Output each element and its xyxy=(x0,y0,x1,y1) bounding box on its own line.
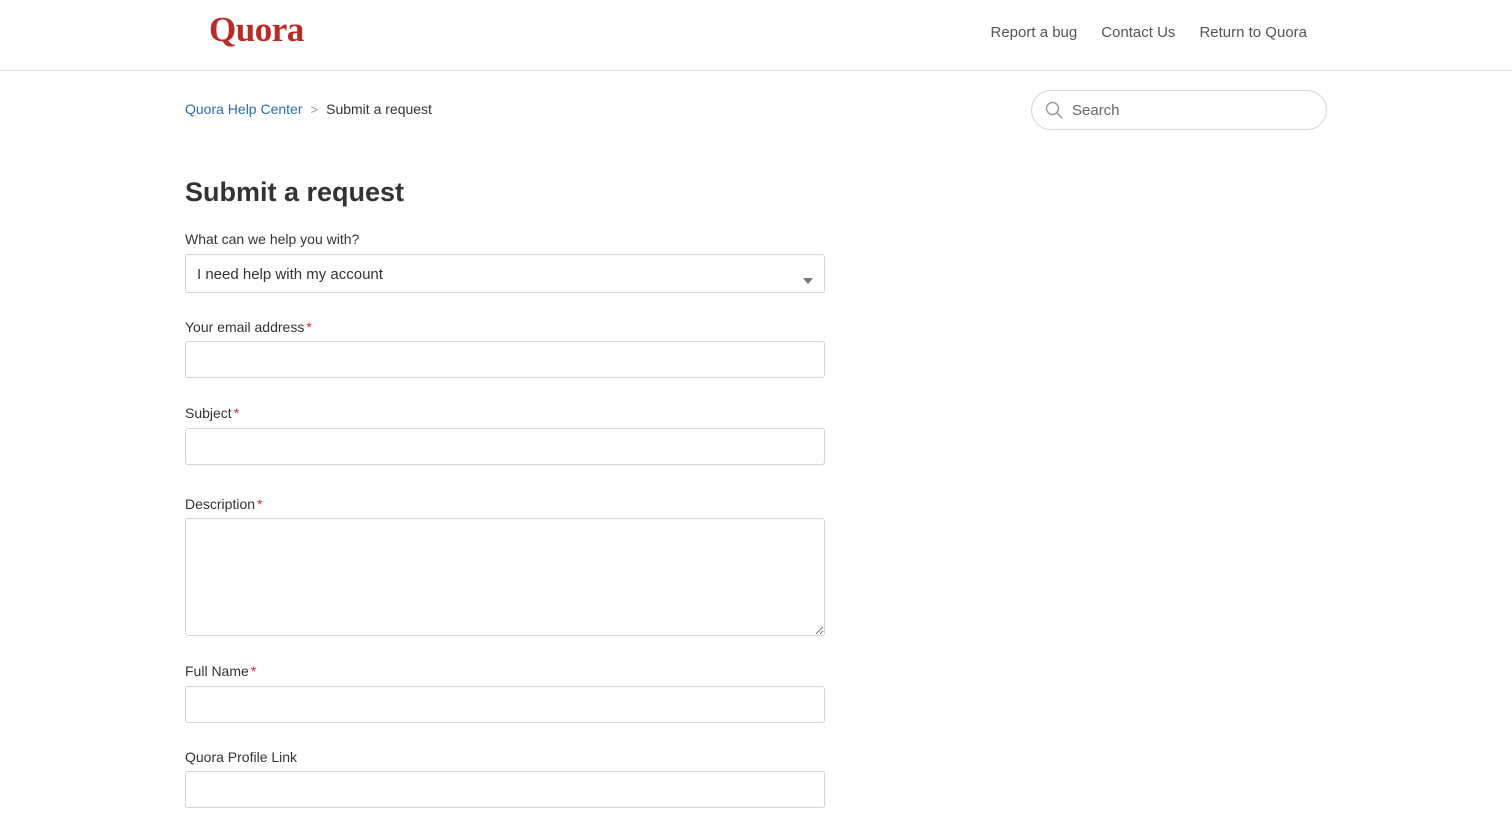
required-mark: * xyxy=(250,663,257,679)
full-name-label-text: Full Name xyxy=(185,663,249,679)
caret-down-icon xyxy=(803,271,813,289)
help-topic-select[interactable]: I need help with my account xyxy=(185,254,825,293)
search-icon xyxy=(1045,101,1063,124)
breadcrumb-home-link[interactable]: Quora Help Center xyxy=(185,101,303,117)
full-name-field[interactable] xyxy=(185,686,825,723)
header-nav: Report a bug Contact Us Return to Quora xyxy=(991,24,1308,41)
quora-logo[interactable]: Quora xyxy=(209,10,304,50)
required-mark: * xyxy=(257,496,263,512)
profile-link-field[interactable] xyxy=(185,771,825,808)
page-title: Submit a request xyxy=(185,177,405,207)
subject-label-text: Subject xyxy=(185,405,232,421)
site-header: Quora Report a bug Contact Us Return to … xyxy=(0,0,1512,71)
profile-link-label: Quora Profile Link xyxy=(185,749,297,765)
description-label-text: Description xyxy=(185,496,256,512)
help-topic-selected-value: I need help with my account xyxy=(197,266,383,283)
breadcrumb-current: Submit a request xyxy=(326,101,432,117)
search-input[interactable] xyxy=(1072,91,1312,129)
nav-contact-us[interactable]: Contact Us xyxy=(1101,24,1175,41)
help-topic-label: What can we help you with? xyxy=(185,231,359,247)
profile-link-label-text: Quora Profile Link xyxy=(185,749,298,765)
required-mark: * xyxy=(233,405,240,421)
email-field[interactable] xyxy=(185,341,825,378)
email-label-text: Your email address xyxy=(185,319,305,335)
subject-label: Subject * xyxy=(185,405,239,421)
email-label: Your email address * xyxy=(185,319,312,335)
required-mark: * xyxy=(306,319,312,335)
nav-return-to-quora[interactable]: Return to Quora xyxy=(1199,24,1307,41)
nav-report-bug[interactable]: Report a bug xyxy=(991,24,1078,41)
subject-field[interactable] xyxy=(185,428,825,465)
help-topic-label-text: What can we help you with? xyxy=(185,231,360,247)
description-label: Description * xyxy=(185,496,262,512)
full-name-label: Full Name * xyxy=(185,663,256,679)
breadcrumb-separator: > xyxy=(310,101,319,117)
breadcrumb: Quora Help Center > Submit a request xyxy=(185,101,432,117)
description-textarea[interactable] xyxy=(185,518,825,636)
search-box[interactable] xyxy=(1031,90,1327,130)
